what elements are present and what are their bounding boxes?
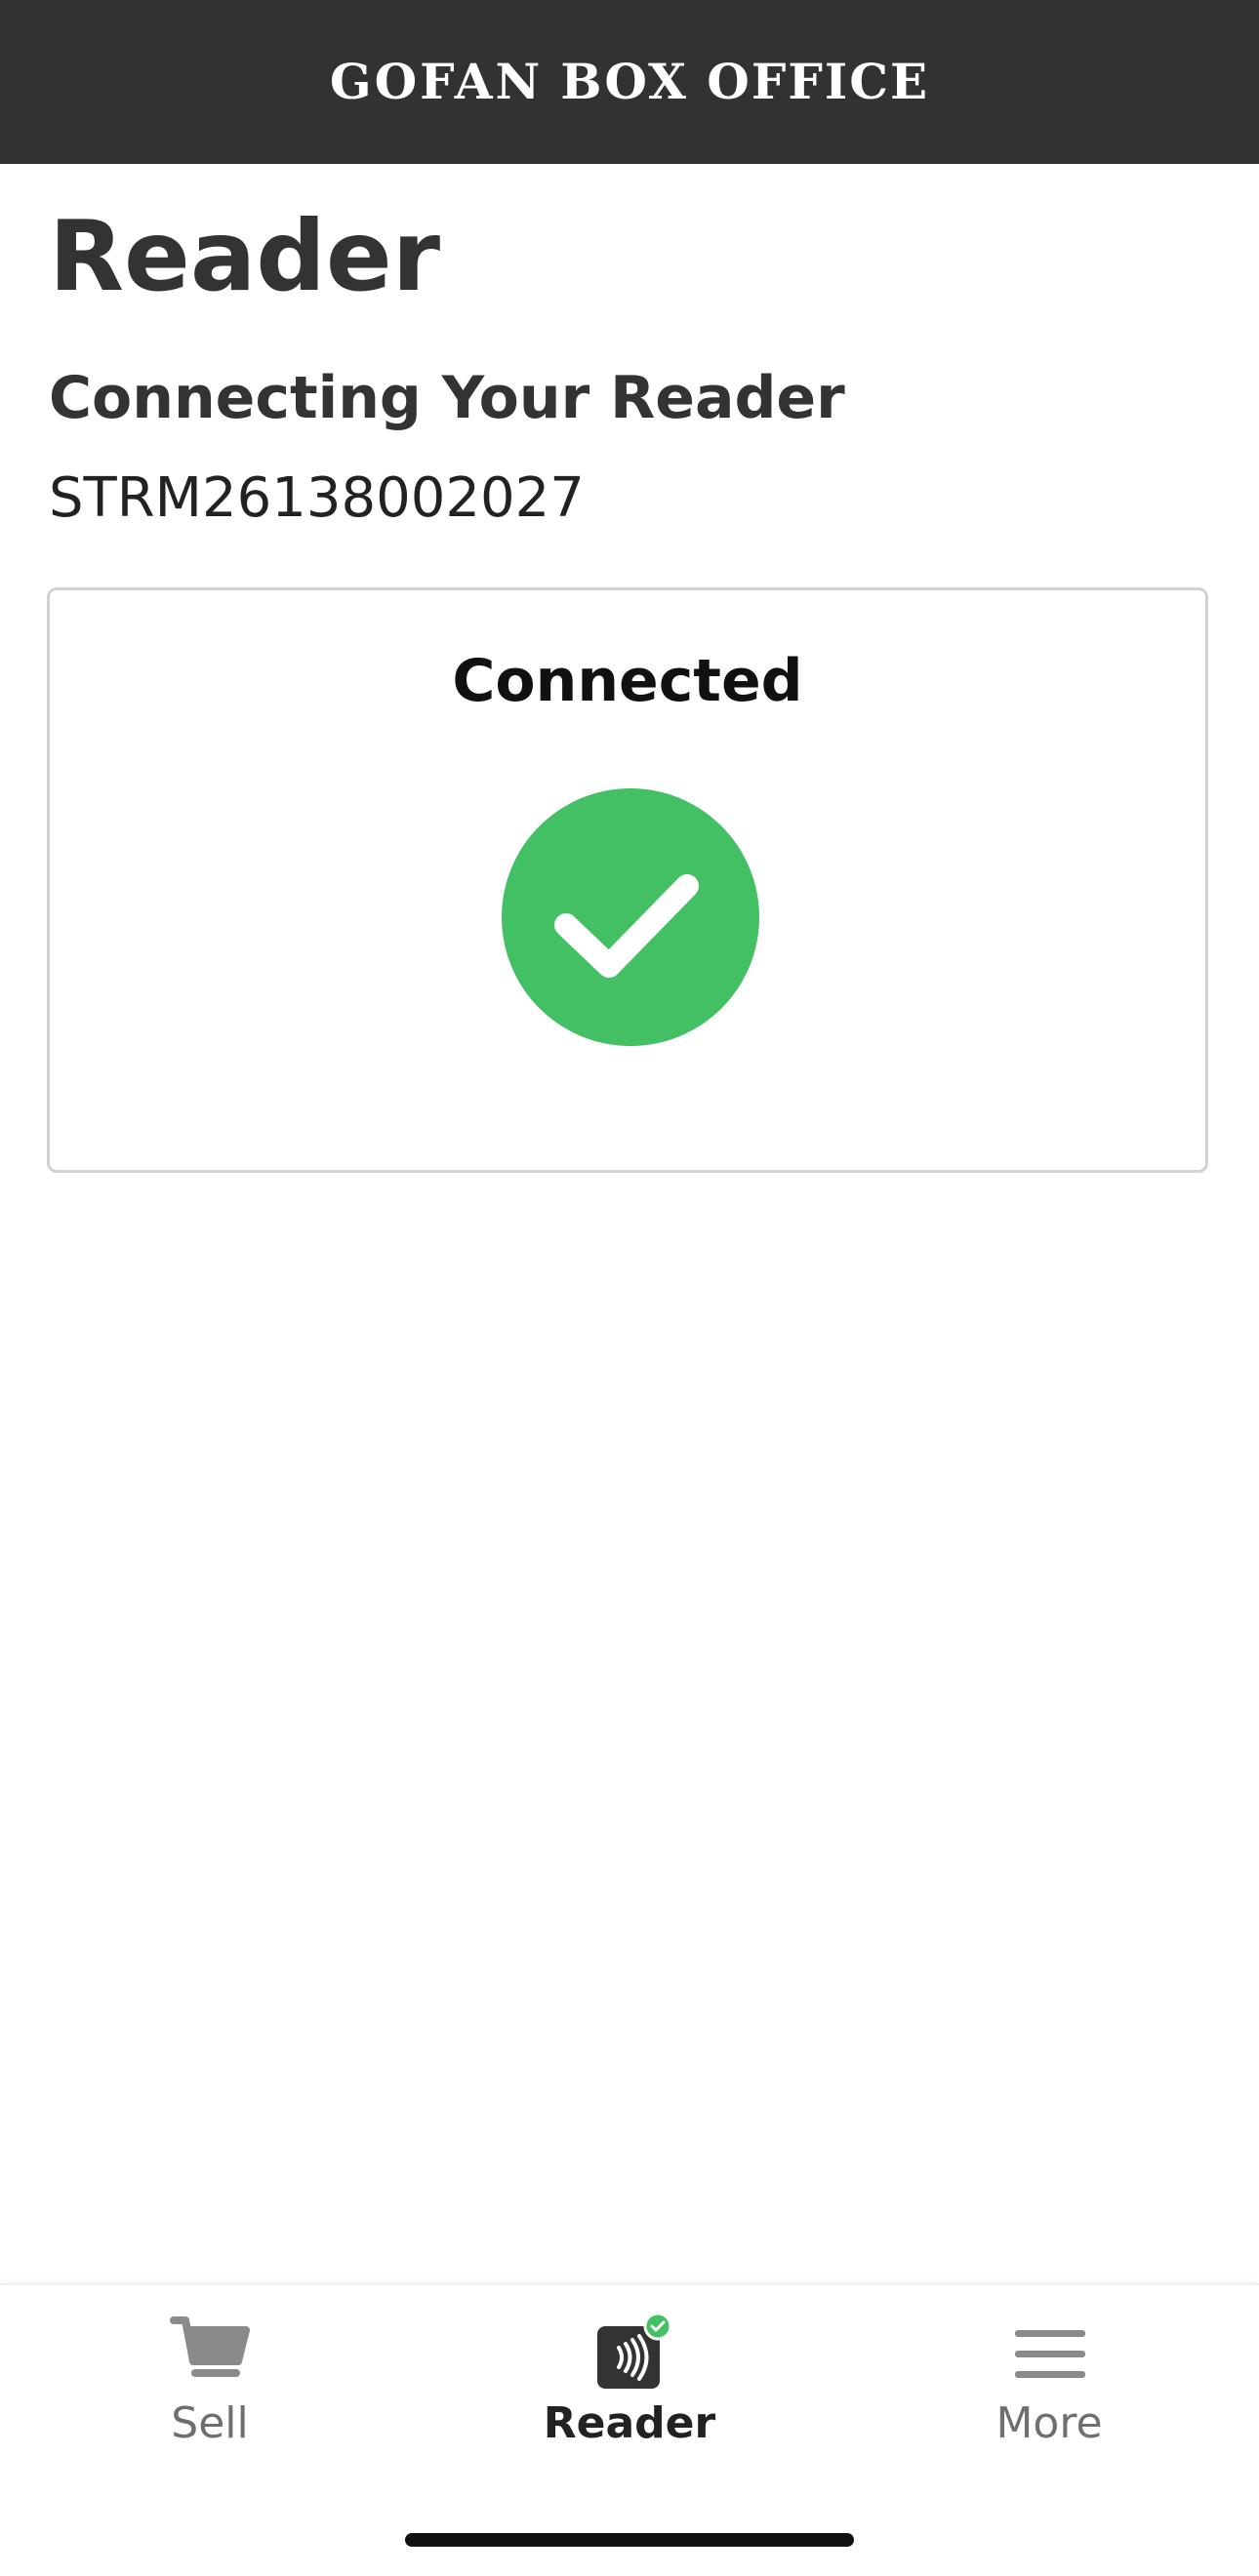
page-title: Reader xyxy=(49,199,441,313)
connection-status-label: Connected xyxy=(452,647,803,715)
check-circle-icon xyxy=(502,788,759,1046)
reader-serial-number: STRM26138002027 xyxy=(49,466,585,530)
section-title: Connecting Your Reader xyxy=(49,364,845,432)
tab-more-label: More xyxy=(995,2398,1103,2448)
box-office-title: BOX OFFICE xyxy=(560,53,930,110)
bottom-tab-bar: Sell Reader More xyxy=(0,2283,1259,2576)
tab-reader[interactable]: Reader xyxy=(483,2314,776,2461)
gofan-logo: GOFAN xyxy=(329,53,544,110)
tab-sell-label: Sell xyxy=(171,2398,249,2448)
app-header: GOFAN BOX OFFICE xyxy=(0,0,1259,164)
tab-more[interactable]: More xyxy=(903,2314,1196,2461)
connection-status-card: Connected xyxy=(47,587,1208,1173)
contactless-reader-icon xyxy=(597,2314,672,2389)
tab-reader-label: Reader xyxy=(543,2398,716,2448)
brand-logo: GOFAN BOX OFFICE xyxy=(330,58,929,106)
tab-sell[interactable]: Sell xyxy=(63,2314,356,2461)
menu-icon xyxy=(1015,2330,1085,2378)
cart-icon xyxy=(170,2316,250,2377)
home-indicator[interactable] xyxy=(405,2533,854,2547)
